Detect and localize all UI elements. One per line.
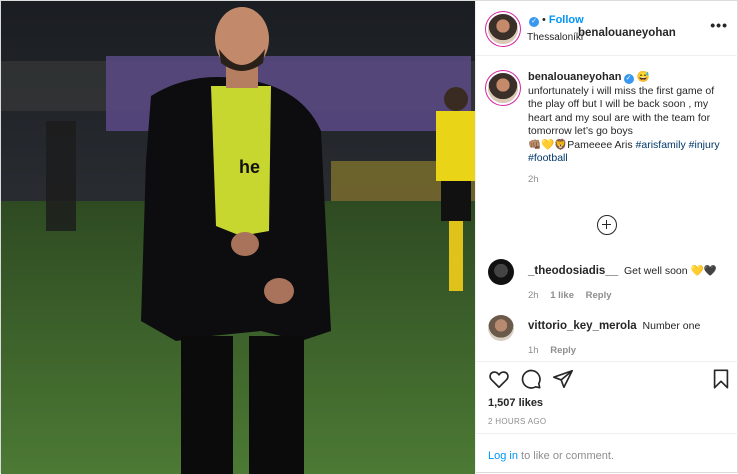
post-header: benalouaneyohan ✓ • Follow Thessaloníki ••• bbox=[476, 1, 738, 56]
commenter-username[interactable]: _theodosiadis__ bbox=[528, 265, 618, 277]
comment-time[interactable]: 2h bbox=[528, 290, 539, 301]
svg-text:he: he bbox=[239, 157, 260, 177]
comment-time[interactable]: 1h bbox=[528, 345, 539, 356]
post-timestamp[interactable]: 2 HOURS AGO bbox=[488, 417, 546, 426]
caption-avatar[interactable] bbox=[488, 73, 518, 103]
verified-badge-icon: ✓ bbox=[529, 17, 539, 27]
more-options-icon[interactable]: ••• bbox=[710, 17, 728, 33]
comment-meta: 1h Reply bbox=[528, 345, 728, 356]
hashtag-link[interactable]: #football bbox=[528, 152, 568, 164]
follow-button[interactable]: Follow bbox=[549, 14, 584, 26]
caption-time[interactable]: 2h bbox=[528, 174, 728, 185]
instagram-post: he benalouaneyohan ✓ • Follow Thessaloníki … bbox=[0, 0, 738, 474]
author-username[interactable]: benalouaneyohan bbox=[578, 27, 676, 39]
comment-icon[interactable] bbox=[520, 368, 544, 392]
login-row: Log in to like or comment. bbox=[488, 450, 614, 462]
likes-count[interactable]: 1,507 likes bbox=[488, 397, 543, 409]
comment-text: vittorio_key_merola Number one bbox=[528, 315, 728, 332]
comments-section: benalouaneyohan ✓ 😅 unfortunately i will … bbox=[476, 57, 738, 361]
comment-item: _theodosiadis__ Get well soon 💛🖤 2h 1 li… bbox=[488, 259, 728, 301]
commenter-avatar[interactable] bbox=[488, 259, 514, 285]
separator-dot: • bbox=[542, 14, 546, 26]
caption-emoji: 😅 bbox=[636, 71, 650, 83]
share-icon[interactable] bbox=[552, 368, 576, 392]
hashtag-link[interactable]: #injury bbox=[689, 139, 720, 151]
caption-username[interactable]: benalouaneyohan bbox=[528, 71, 622, 83]
hashtag-link[interactable]: #arisfamily bbox=[636, 139, 686, 151]
post-caption: benalouaneyohan ✓ 😅 unfortunately i will … bbox=[488, 71, 728, 185]
post-photo[interactable]: he bbox=[1, 1, 475, 474]
post-side-panel: benalouaneyohan ✓ • Follow Thessaloníki •••… bbox=[475, 1, 738, 474]
comment-text: _theodosiadis__ Get well soon 💛🖤 bbox=[528, 259, 728, 277]
comment-meta: 2h 1 like Reply bbox=[528, 290, 728, 301]
caption-body: unfortunately i will miss the first game… bbox=[528, 84, 715, 138]
login-text: to like or comment. bbox=[521, 450, 614, 462]
comment-likes[interactable]: 1 like bbox=[550, 290, 574, 301]
yellow-heart-icon: 💛 bbox=[690, 265, 704, 277]
black-heart-icon: 🖤 bbox=[703, 265, 717, 277]
comment-item: vittorio_key_merola Number one 1h Reply bbox=[488, 315, 728, 356]
commenter-username[interactable]: vittorio_key_merola bbox=[528, 320, 637, 332]
login-prompt: Log in to like or comment. bbox=[476, 433, 738, 474]
comment-body: Number one bbox=[642, 320, 701, 332]
post-photo-image: he bbox=[1, 1, 475, 474]
bookmark-icon[interactable] bbox=[710, 368, 734, 392]
caption-emojis: 👊🏽💛🦁 bbox=[528, 138, 568, 151]
reply-button[interactable]: Reply bbox=[550, 345, 576, 356]
caption-tail: Pameeee Aris bbox=[567, 138, 633, 151]
post-actions: 1,507 likes 2 HOURS AGO bbox=[476, 361, 738, 433]
comment-body: Get well soon bbox=[623, 265, 688, 277]
commenter-avatar[interactable] bbox=[488, 315, 514, 341]
header-line: benalouaneyohan ✓ • Follow bbox=[527, 14, 676, 39]
author-avatar[interactable] bbox=[488, 14, 518, 44]
reply-button[interactable]: Reply bbox=[586, 290, 612, 301]
login-link[interactable]: Log in bbox=[488, 450, 518, 462]
heart-icon[interactable] bbox=[488, 368, 512, 392]
caption-text: benalouaneyohan ✓ 😅 unfortunately i will … bbox=[528, 71, 728, 166]
load-more-comments-icon[interactable] bbox=[597, 215, 617, 235]
post-location[interactable]: Thessaloníki bbox=[527, 32, 583, 43]
verified-badge-icon: ✓ bbox=[623, 74, 634, 84]
